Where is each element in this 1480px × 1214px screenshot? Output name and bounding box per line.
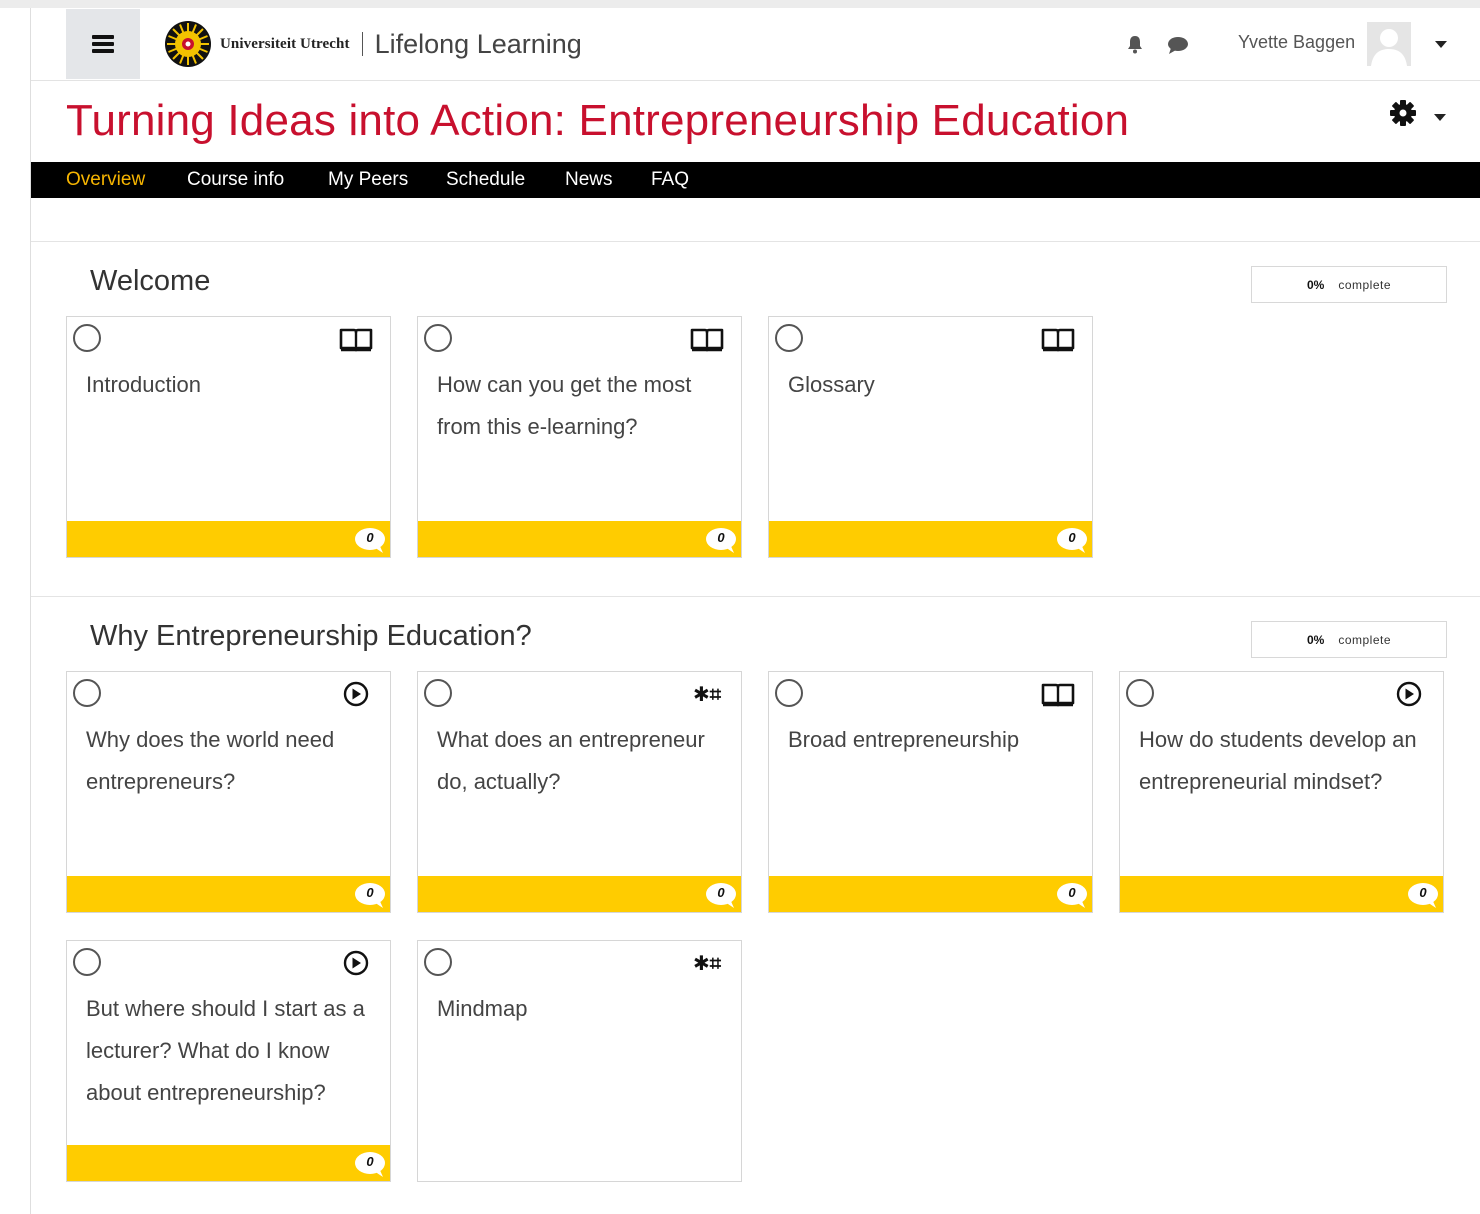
activity-title: Introduction (86, 372, 201, 397)
play-icon (339, 681, 373, 707)
activity-title: But where should I start as a lecturer? … (86, 996, 365, 1105)
activity-title: How can you get the most from this e-lea… (437, 372, 692, 439)
settings-caret-down-icon[interactable] (1432, 111, 1448, 123)
play-icon (339, 950, 373, 976)
gear-icon[interactable] (1389, 99, 1417, 127)
course-tab-bar: Overview Course info My Peers Schedule N… (31, 162, 1480, 198)
site-brand[interactable]: Universiteit Utrecht Lifelong Learning (164, 19, 582, 69)
comment-count: 0 (1419, 885, 1427, 900)
user-name[interactable]: Yvette Baggen (1238, 32, 1355, 53)
section-title: Welcome (90, 265, 211, 297)
activity-footer: 0 (769, 521, 1092, 557)
activity-footer: 0 (418, 521, 741, 557)
activity-footer: 0 (418, 876, 741, 912)
activity-tile[interactable]: What does an entrepreneur do, actually? … (417, 671, 742, 913)
activity-footer: 0 (67, 1145, 390, 1181)
chat-icon[interactable] (1167, 35, 1189, 55)
section-title: Why Entrepreneurship Education? (90, 620, 532, 652)
tab-my-peers[interactable]: My Peers (328, 169, 408, 191)
site-name: Lifelong Learning (374, 28, 582, 59)
completion-checkbox[interactable] (424, 948, 452, 976)
comment-count: 0 (366, 530, 374, 545)
book-icon (1041, 326, 1075, 352)
brand-separator (361, 32, 363, 56)
progress-percent: 0% (1306, 277, 1325, 292)
activity-footer: 0 (67, 876, 390, 912)
tab-news[interactable]: News (565, 169, 613, 191)
section-progress: 0% complete (1251, 621, 1447, 658)
tab-schedule[interactable]: Schedule (446, 169, 525, 191)
menu-button[interactable] (66, 9, 140, 79)
activity-tile[interactable]: But where should I start as a lecturer? … (66, 940, 391, 1182)
activity-title: Broad entrepreneurship (788, 727, 1020, 752)
completion-checkbox[interactable] (424, 679, 452, 707)
activity-footer: 0 (67, 521, 390, 557)
section-progress: 0% complete (1251, 266, 1447, 303)
avatar[interactable] (1367, 22, 1411, 66)
activity-tile[interactable]: Broad entrepreneurship 0 (768, 671, 1093, 913)
activity-tile[interactable]: Introduction 0 (66, 316, 391, 558)
bell-icon[interactable] (1125, 34, 1145, 54)
progress-label: complete (1338, 277, 1392, 292)
top-navbar: Universiteit Utrecht Lifelong Learning Y… (31, 8, 1480, 81)
university-name: Universiteit Utrecht (220, 35, 350, 52)
section-divider (31, 596, 1480, 597)
activity-tile[interactable]: How can you get the most from this e-lea… (417, 316, 742, 558)
activity-tile[interactable]: How do students develop an entrepreneuri… (1119, 671, 1444, 913)
avatar-icon (1367, 22, 1411, 66)
comment-count: 0 (366, 885, 374, 900)
activity-tile[interactable]: Mindmap (417, 940, 742, 1182)
progress-percent: 0% (1306, 632, 1325, 647)
book-icon (1041, 681, 1075, 707)
activity-title: How do students develop an entrepreneuri… (1139, 727, 1417, 794)
puzzle-icon (690, 681, 724, 707)
activity-footer: 0 (1120, 876, 1443, 912)
comment-count: 0 (717, 885, 725, 900)
completion-checkbox[interactable] (775, 324, 803, 352)
completion-checkbox[interactable] (424, 324, 452, 352)
tab-overview[interactable]: Overview (66, 169, 145, 191)
comment-count: 0 (717, 530, 725, 545)
book-icon (339, 326, 373, 352)
completion-checkbox[interactable] (73, 948, 101, 976)
puzzle-icon (690, 950, 724, 976)
progress-label: complete (1338, 632, 1392, 647)
completion-checkbox[interactable] (73, 679, 101, 707)
activity-title: What does an entrepreneur do, actually? (437, 727, 705, 794)
activity-tile[interactable]: Why does the world need entrepreneurs? 0 (66, 671, 391, 913)
completion-checkbox[interactable] (73, 324, 101, 352)
book-icon (690, 326, 724, 352)
activity-title: Why does the world need entrepreneurs? (86, 727, 335, 794)
tab-faq[interactable]: FAQ (651, 169, 689, 191)
user-menu-caret-down-icon[interactable] (1433, 38, 1449, 50)
activity-title: Mindmap (437, 996, 528, 1021)
tab-course-info[interactable]: Course info (187, 169, 284, 191)
university-logo-icon (165, 21, 211, 67)
comment-count: 0 (366, 1154, 374, 1169)
activity-title: Glossary (788, 372, 875, 397)
menu-icon (92, 35, 114, 53)
completion-checkbox[interactable] (1126, 679, 1154, 707)
comment-count: 0 (1068, 885, 1076, 900)
completion-checkbox[interactable] (775, 679, 803, 707)
top-strip (0, 0, 1480, 8)
activity-footer: 0 (769, 876, 1092, 912)
play-icon (1392, 681, 1426, 707)
course-title: Turning Ideas into Action: Entrepreneurs… (66, 96, 1130, 145)
divider (31, 241, 1480, 242)
comment-count: 0 (1068, 530, 1076, 545)
activity-tile[interactable]: Glossary 0 (768, 316, 1093, 558)
